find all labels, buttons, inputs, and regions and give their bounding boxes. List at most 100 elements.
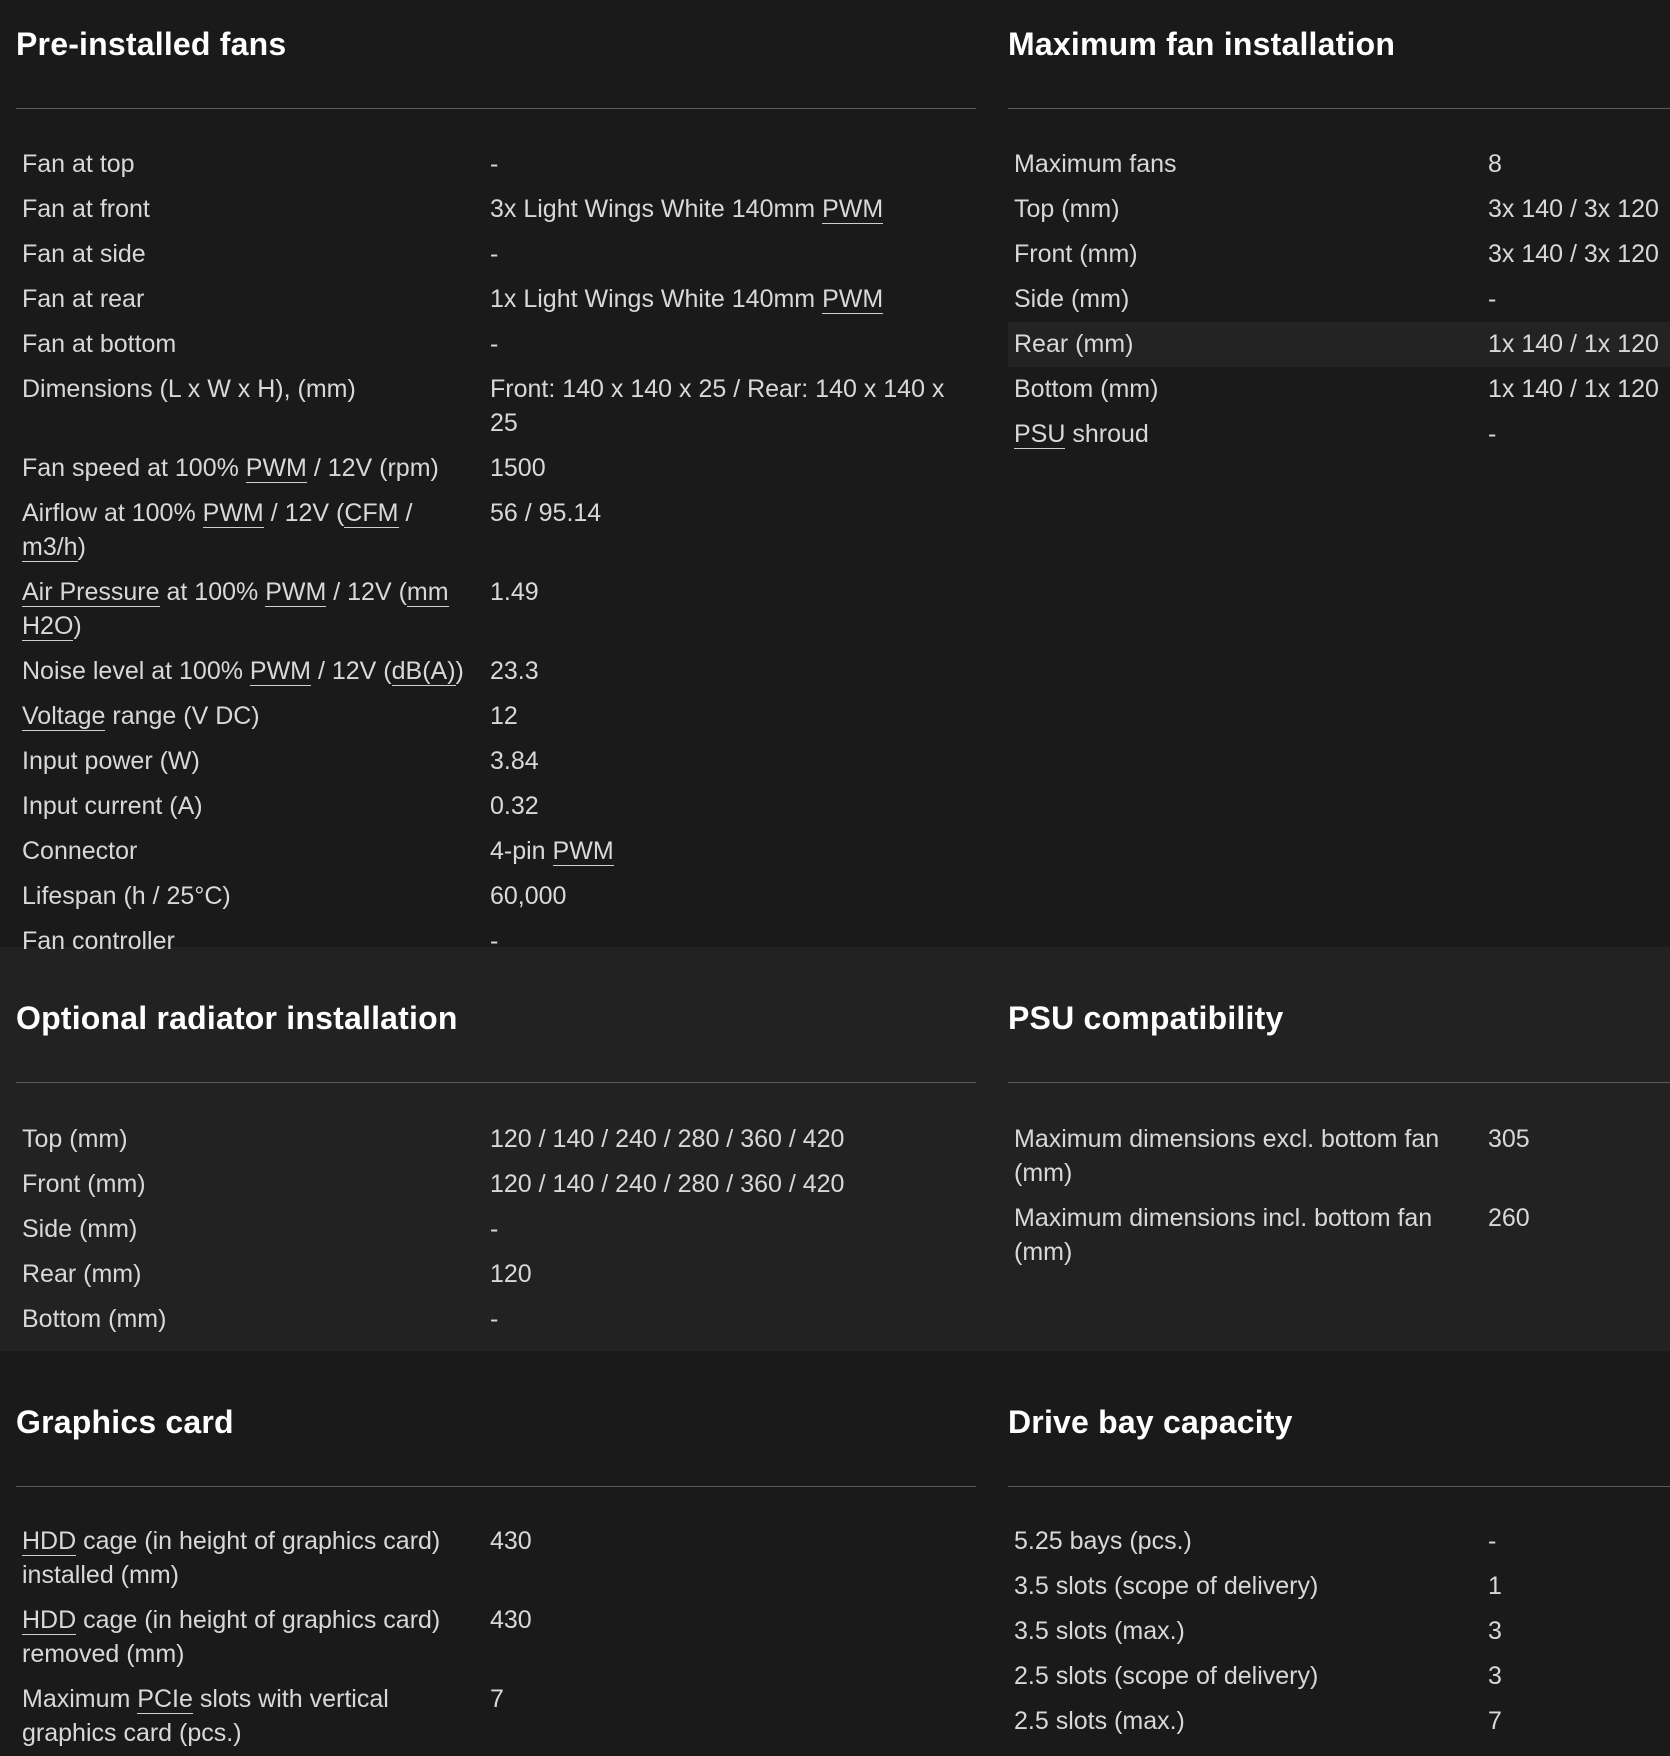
spec-label: HDD cage (in height of graphics card) in…	[22, 1524, 490, 1592]
spec-label: Fan controller	[22, 927, 175, 955]
spec-label: Connector	[22, 837, 138, 865]
spec-label: Air Pressure at 100% PWM / 12V (mm H2O)	[22, 575, 490, 643]
spec-value: -	[1488, 1527, 1497, 1555]
spec-row: Side (mm) -	[16, 1207, 976, 1252]
spec-value: -	[1488, 420, 1497, 448]
spec-value: -	[490, 927, 499, 955]
title-divider	[1008, 1082, 1670, 1083]
section-title: Optional radiator installation	[16, 1000, 458, 1036]
spec-label: PSU shroud	[1014, 417, 1488, 451]
spec-label: Maximum PCIe slots with vertical graphic…	[22, 1682, 490, 1750]
section-title: PSU compatibility	[1008, 1000, 1284, 1036]
section-preinstalled-fans: Pre-installed fans Fan at top - Fan at f…	[16, 22, 976, 955]
abbr-pwm[interactable]: PWM	[202, 499, 264, 528]
spec-label: Maximum dimensions excl. bottom fan (mm)	[1014, 1125, 1440, 1187]
spec-label: Airflow at 100% PWM / 12V (CFM / m3/h)	[22, 496, 490, 564]
abbr-hdd[interactable]: HDD	[22, 1606, 77, 1635]
spec-label: Fan at side	[22, 240, 146, 268]
spec-row: Airflow at 100% PWM / 12V (CFM / m3/h) 5…	[16, 491, 976, 570]
abbr-hdd[interactable]: HDD	[22, 1527, 77, 1556]
spec-value: 430	[490, 1527, 532, 1555]
label-text: range (V DC)	[105, 702, 260, 730]
spec-value: 120 / 140 / 240 / 280 / 360 / 420	[490, 1170, 845, 1198]
abbr-pcie[interactable]: PCIe	[137, 1685, 193, 1714]
abbr-pwm[interactable]: PWM	[249, 657, 312, 686]
spec-label: Bottom (mm)	[1014, 375, 1159, 403]
label-text: / 12V (	[263, 499, 345, 527]
abbr-pwm[interactable]: PWM	[552, 837, 614, 866]
label-text: cage (in height of graphics card) remove…	[22, 1606, 441, 1668]
spec-row: Front (mm) 120 / 140 / 240 / 280 / 360 /…	[16, 1162, 976, 1207]
spec-row: HDD cage (in height of graphics card) in…	[16, 1519, 976, 1598]
spec-row: Top (mm) 3x 140 / 3x 120	[1008, 187, 1670, 232]
spec-row: Fan at bottom -	[16, 322, 976, 367]
value-text: 1x Light Wings White 140mm	[490, 285, 823, 313]
spec-label: 2.5 slots (scope of delivery)	[1014, 1662, 1319, 1690]
abbr-psu[interactable]: PSU	[1014, 420, 1066, 449]
spec-label: Fan at top	[22, 150, 135, 178]
spec-row: 2.5 slots (scope of delivery) 3	[1008, 1654, 1670, 1699]
abbr-voltage[interactable]: Voltage	[22, 702, 106, 731]
spec-table: Maximum fans 8 Top (mm) 3x 140 / 3x 120 …	[1008, 142, 1670, 457]
spec-value: -	[490, 240, 499, 268]
spec-label: Fan at bottom	[22, 330, 177, 358]
spec-label: Fan at front	[22, 195, 150, 223]
spec-row: Side (mm) -	[1008, 277, 1670, 322]
spec-table: Top (mm) 120 / 140 / 240 / 280 / 360 / 4…	[16, 1117, 976, 1342]
spec-label: Front (mm)	[22, 1170, 146, 1198]
spec-row: Input current (A) 0.32	[16, 784, 976, 829]
abbr-dba[interactable]: dB(A)	[391, 657, 456, 686]
spec-row: Rear (mm) 120	[16, 1252, 976, 1297]
spec-table: 5.25 bays (pcs.) - 3.5 slots (scope of d…	[1008, 1519, 1670, 1744]
section-radiator-installation: Optional radiator installation Top (mm) …	[16, 996, 976, 1333]
spec-value: 3	[1488, 1662, 1502, 1690]
section-title: Maximum fan installation	[1008, 26, 1396, 62]
spec-value: 8	[1488, 150, 1502, 178]
abbr-pwm[interactable]: PWM	[822, 285, 884, 314]
spec-value: 3	[1488, 1617, 1502, 1645]
abbr-air-pressure[interactable]: Air Pressure	[22, 578, 160, 607]
spec-value: 305	[1488, 1125, 1530, 1153]
spec-value: -	[1488, 285, 1497, 313]
spec-table: Maximum dimensions excl. bottom fan (mm)…	[1008, 1117, 1670, 1275]
section-max-fan-installation: Maximum fan installation Maximum fans 8 …	[1008, 22, 1670, 449]
spec-row: 2.5 slots (max.) 7	[1008, 1699, 1670, 1744]
spec-value: 120 / 140 / 240 / 280 / 360 / 420	[490, 1125, 845, 1153]
spec-row: Maximum dimensions excl. bottom fan (mm)…	[1008, 1117, 1670, 1196]
label-text: shroud	[1065, 420, 1149, 448]
spec-row: Top (mm) 120 / 140 / 240 / 280 / 360 / 4…	[16, 1117, 976, 1162]
spec-table: Fan at top - Fan at front 3x Light Wings…	[16, 142, 976, 964]
spec-row: Maximum dimensions incl. bottom fan (mm)…	[1008, 1196, 1670, 1275]
abbr-cfm[interactable]: CFM	[344, 499, 399, 528]
spec-row: HDD cage (in height of graphics card) re…	[16, 1598, 976, 1677]
spec-row: Air Pressure at 100% PWM / 12V (mm H2O) …	[16, 570, 976, 649]
label-text: )	[73, 612, 82, 640]
abbr-pwm[interactable]: PWM	[245, 454, 307, 483]
spec-label: Input power (W)	[22, 747, 200, 775]
spec-value: 1500	[490, 454, 546, 482]
spec-value: 120	[490, 1260, 532, 1288]
spec-table: HDD cage (in height of graphics card) in…	[16, 1519, 976, 1756]
section-title: Graphics card	[16, 1404, 234, 1440]
spec-value: 430	[490, 1606, 532, 1634]
abbr-pwm[interactable]: PWM	[265, 578, 327, 607]
abbr-m3h[interactable]: m3/h	[22, 533, 78, 562]
spec-value: 1x Light Wings White 140mm PWM	[490, 282, 970, 316]
label-text: Maximum	[22, 1685, 138, 1713]
label-text: / 12V (	[326, 578, 407, 606]
spec-row: 3.5 slots (max.) 3	[1008, 1609, 1670, 1654]
spec-value: -	[490, 1215, 499, 1243]
spec-value: 1	[1488, 1572, 1502, 1600]
spec-value: 4-pin PWM	[490, 834, 970, 868]
title-divider	[16, 1082, 976, 1083]
spec-label: Rear (mm)	[1014, 330, 1134, 358]
spec-value: 7	[1488, 1707, 1502, 1735]
spec-value: 0.32	[490, 792, 539, 820]
spec-value: 3x Light Wings White 140mm PWM	[490, 192, 970, 226]
spec-label: Maximum dimensions incl. bottom fan (mm)	[1014, 1204, 1433, 1266]
abbr-pwm[interactable]: PWM	[822, 195, 884, 224]
spec-value: -	[490, 330, 499, 358]
spec-value: 1x 140 / 1x 120	[1488, 330, 1659, 358]
spec-label: Lifespan (h / 25°C)	[22, 882, 231, 910]
spec-label: 5.25 bays (pcs.)	[1014, 1527, 1192, 1555]
